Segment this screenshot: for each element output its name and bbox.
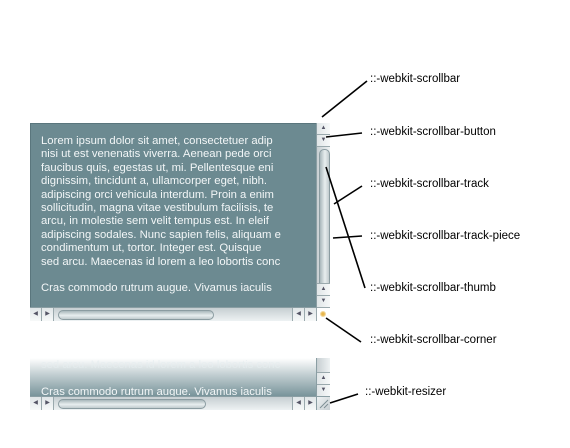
leader-resizer — [329, 393, 359, 404]
leader-scrollbar-thumb — [325, 166, 366, 289]
leader-scrollbar-track — [333, 185, 363, 205]
label-scrollbar-corner: ::-webkit-scrollbar-corner — [370, 334, 497, 346]
label-resizer: ::-webkit-resizer — [365, 386, 447, 398]
label-scrollbar-track-piece: ::-webkit-scrollbar-track-piece — [370, 230, 521, 242]
leader-scrollbar-corner — [325, 317, 362, 343]
label-scrollbar-track: ::-webkit-scrollbar-track — [370, 178, 489, 190]
leader-scrollbar — [321, 80, 368, 118]
leader-scrollbar-button — [325, 132, 363, 138]
label-scrollbar-button: ::-webkit-scrollbar-button — [370, 126, 496, 138]
label-scrollbar: ::-webkit-scrollbar — [370, 73, 461, 85]
label-scrollbar-thumb: ::-webkit-scrollbar-thumb — [370, 282, 496, 294]
leader-lines — [321, 80, 368, 404]
